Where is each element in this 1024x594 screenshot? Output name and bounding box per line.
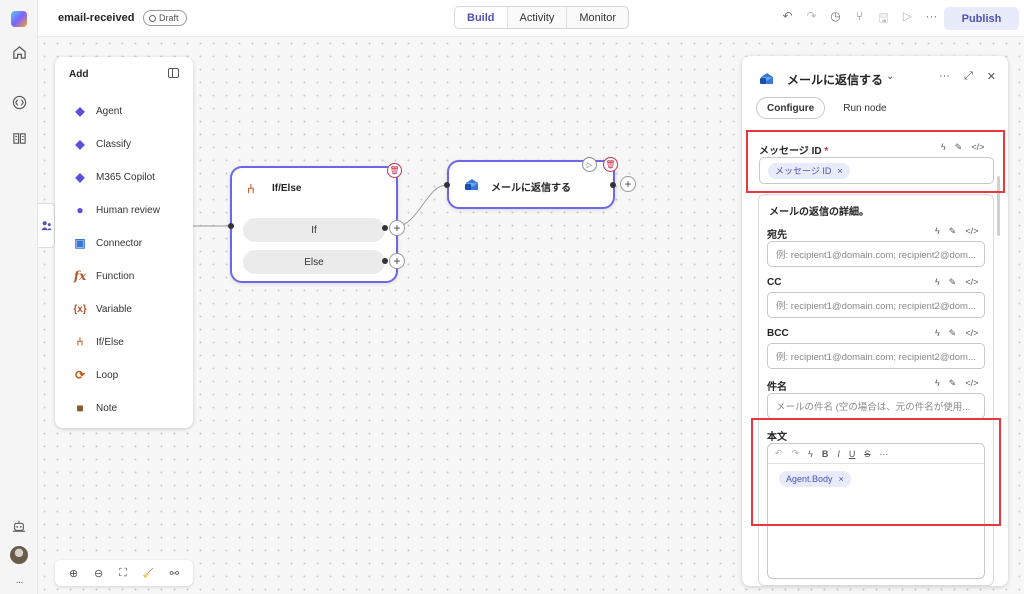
add-item-label: Agent (96, 105, 123, 117)
if-output-port[interactable] (382, 225, 388, 231)
subject-label: 件名 (767, 382, 787, 393)
add-item-connector[interactable]: ▣ Connector (73, 236, 142, 250)
dynamic-value-icon[interactable]: ϟ (935, 378, 940, 389)
to-label: 宛先 (767, 230, 787, 241)
run-node-icon[interactable]: ▷ (582, 157, 597, 172)
pin-icon[interactable]: ✎ (949, 328, 957, 339)
add-item-agent[interactable]: ◆ Agent (73, 104, 122, 118)
note-icon: ■ (76, 401, 84, 415)
variable-icon: {x} (73, 303, 87, 315)
add-item-loop[interactable]: ⟳ Loop (73, 368, 118, 382)
highlight-box-body (751, 418, 1001, 526)
add-item-human-review[interactable]: ● Human review (73, 203, 160, 217)
bcc-label: BCC (767, 328, 789, 339)
code-view-icon[interactable]: </> (965, 277, 978, 288)
share-graph-icon[interactable]: ⚯ (170, 567, 179, 580)
panel-title: メールに返信する (787, 73, 884, 87)
add-item-m365-copilot[interactable]: ◆ M365 Copilot (73, 170, 155, 184)
function-icon: fx (73, 269, 87, 283)
copilot-icon: ◆ (75, 170, 85, 184)
add-item-label: Human review (96, 204, 160, 216)
pin-icon[interactable]: ✎ (949, 277, 957, 288)
add-after-reply-button[interactable]: + (620, 176, 636, 192)
add-item-if-else[interactable]: ⑃ If/Else (73, 335, 124, 349)
code-view-icon[interactable]: </> (965, 226, 978, 237)
subject-tools: ϟ ✎ </> (935, 378, 978, 389)
classify-icon: ◆ (75, 137, 85, 151)
add-item-classify[interactable]: ◆ Classify (73, 137, 131, 151)
canvas-controls: ⊕ ⊖ ⛶ 🧹 ⚯ (55, 560, 193, 586)
add-node-panel: Add ◆ Agent ◆ Classify ◆ M365 Copilot ● … (55, 57, 193, 428)
delete-node-icon[interactable]: 🗑 (387, 163, 402, 178)
input-port[interactable] (228, 223, 234, 229)
clean-up-icon[interactable]: 🧹 (143, 568, 154, 579)
pin-icon[interactable]: ✎ (949, 378, 957, 389)
dynamic-value-icon[interactable]: ϟ (935, 277, 940, 288)
delete-node-icon[interactable]: 🗑 (603, 157, 618, 172)
zoom-in-icon[interactable]: ⊕ (69, 567, 78, 580)
add-item-label: If/Else (96, 336, 124, 348)
add-item-note[interactable]: ■ Note (73, 401, 117, 415)
add-item-label: Connector (96, 237, 143, 249)
outlook-icon (760, 73, 773, 84)
code-view-icon[interactable]: </> (965, 378, 978, 389)
zoom-out-icon[interactable]: ⊖ (94, 567, 103, 580)
fit-view-icon[interactable]: ⛶ (119, 567, 127, 580)
bcc-tools: ϟ ✎ </> (935, 328, 978, 339)
add-item-variable[interactable]: {x} Variable (73, 302, 132, 316)
to-field[interactable]: 例: recipient1@domain.com; recipient2@dom… (767, 241, 985, 267)
close-icon[interactable]: ✕ (987, 70, 996, 83)
subject-field[interactable]: メールの件名 (空の場合は、元の件名が使用... (767, 393, 985, 419)
add-after-if-button[interactable]: + (389, 220, 405, 236)
output-port[interactable] (610, 182, 616, 188)
branch-if[interactable]: If (243, 218, 385, 242)
add-after-else-button[interactable]: + (389, 253, 405, 269)
branch-icon: ⑃ (76, 335, 84, 349)
human-review-icon: ● (76, 203, 84, 217)
add-item-label: Classify (96, 138, 132, 150)
to-tools: ϟ ✎ </> (935, 226, 978, 237)
expand-icon[interactable]: ⤢ (964, 70, 973, 83)
pin-icon[interactable]: ✎ (949, 226, 957, 237)
input-port[interactable] (444, 182, 450, 188)
highlight-box-message-id (746, 130, 1005, 193)
panel-tabs: Configure Run node (756, 97, 897, 119)
branch-icon: ⑃ (247, 181, 255, 196)
bcc-field[interactable]: 例: recipient1@domain.com; recipient2@dom… (767, 343, 985, 369)
node-title: If/Else (272, 183, 302, 194)
outlook-icon (465, 179, 478, 190)
details-title: メールの返信の詳細。 (769, 207, 869, 218)
add-item-label: Variable (96, 303, 132, 315)
connector-icon: ▣ (74, 236, 86, 250)
add-item-label: M365 Copilot (96, 171, 155, 183)
add-panel-title: Add (69, 69, 89, 80)
loop-icon: ⟳ (74, 368, 86, 382)
panel-actions: ··· ⤢ ✕ (939, 70, 996, 83)
node-title: メールに返信する (491, 183, 571, 194)
add-item-function[interactable]: fx Function (73, 269, 135, 283)
tab-configure[interactable]: Configure (756, 97, 826, 119)
code-view-icon[interactable]: </> (965, 328, 978, 339)
tab-run-node[interactable]: Run node (833, 97, 896, 119)
cc-label: CC (767, 277, 782, 288)
agent-icon: ◆ (75, 104, 85, 118)
chevron-down-icon[interactable]: ⌄ (886, 71, 894, 82)
add-item-label: Loop (96, 369, 119, 381)
else-output-port[interactable] (382, 258, 388, 264)
add-item-label: Note (96, 402, 118, 414)
more-icon[interactable]: ··· (939, 70, 950, 83)
dynamic-value-icon[interactable]: ϟ (935, 328, 940, 339)
branch-else[interactable]: Else (243, 250, 385, 274)
dynamic-value-icon[interactable]: ϟ (935, 226, 940, 237)
if-else-node[interactable]: ⑃ If/Else If Else (230, 166, 398, 283)
human-review-node-stub[interactable] (38, 203, 55, 248)
cc-tools: ϟ ✎ </> (935, 277, 978, 288)
cc-field[interactable]: 例: recipient1@domain.com; recipient2@dom… (767, 292, 985, 318)
panel-toggle-icon[interactable] (168, 68, 179, 78)
add-item-label: Function (96, 270, 135, 282)
person-icon (41, 221, 52, 231)
